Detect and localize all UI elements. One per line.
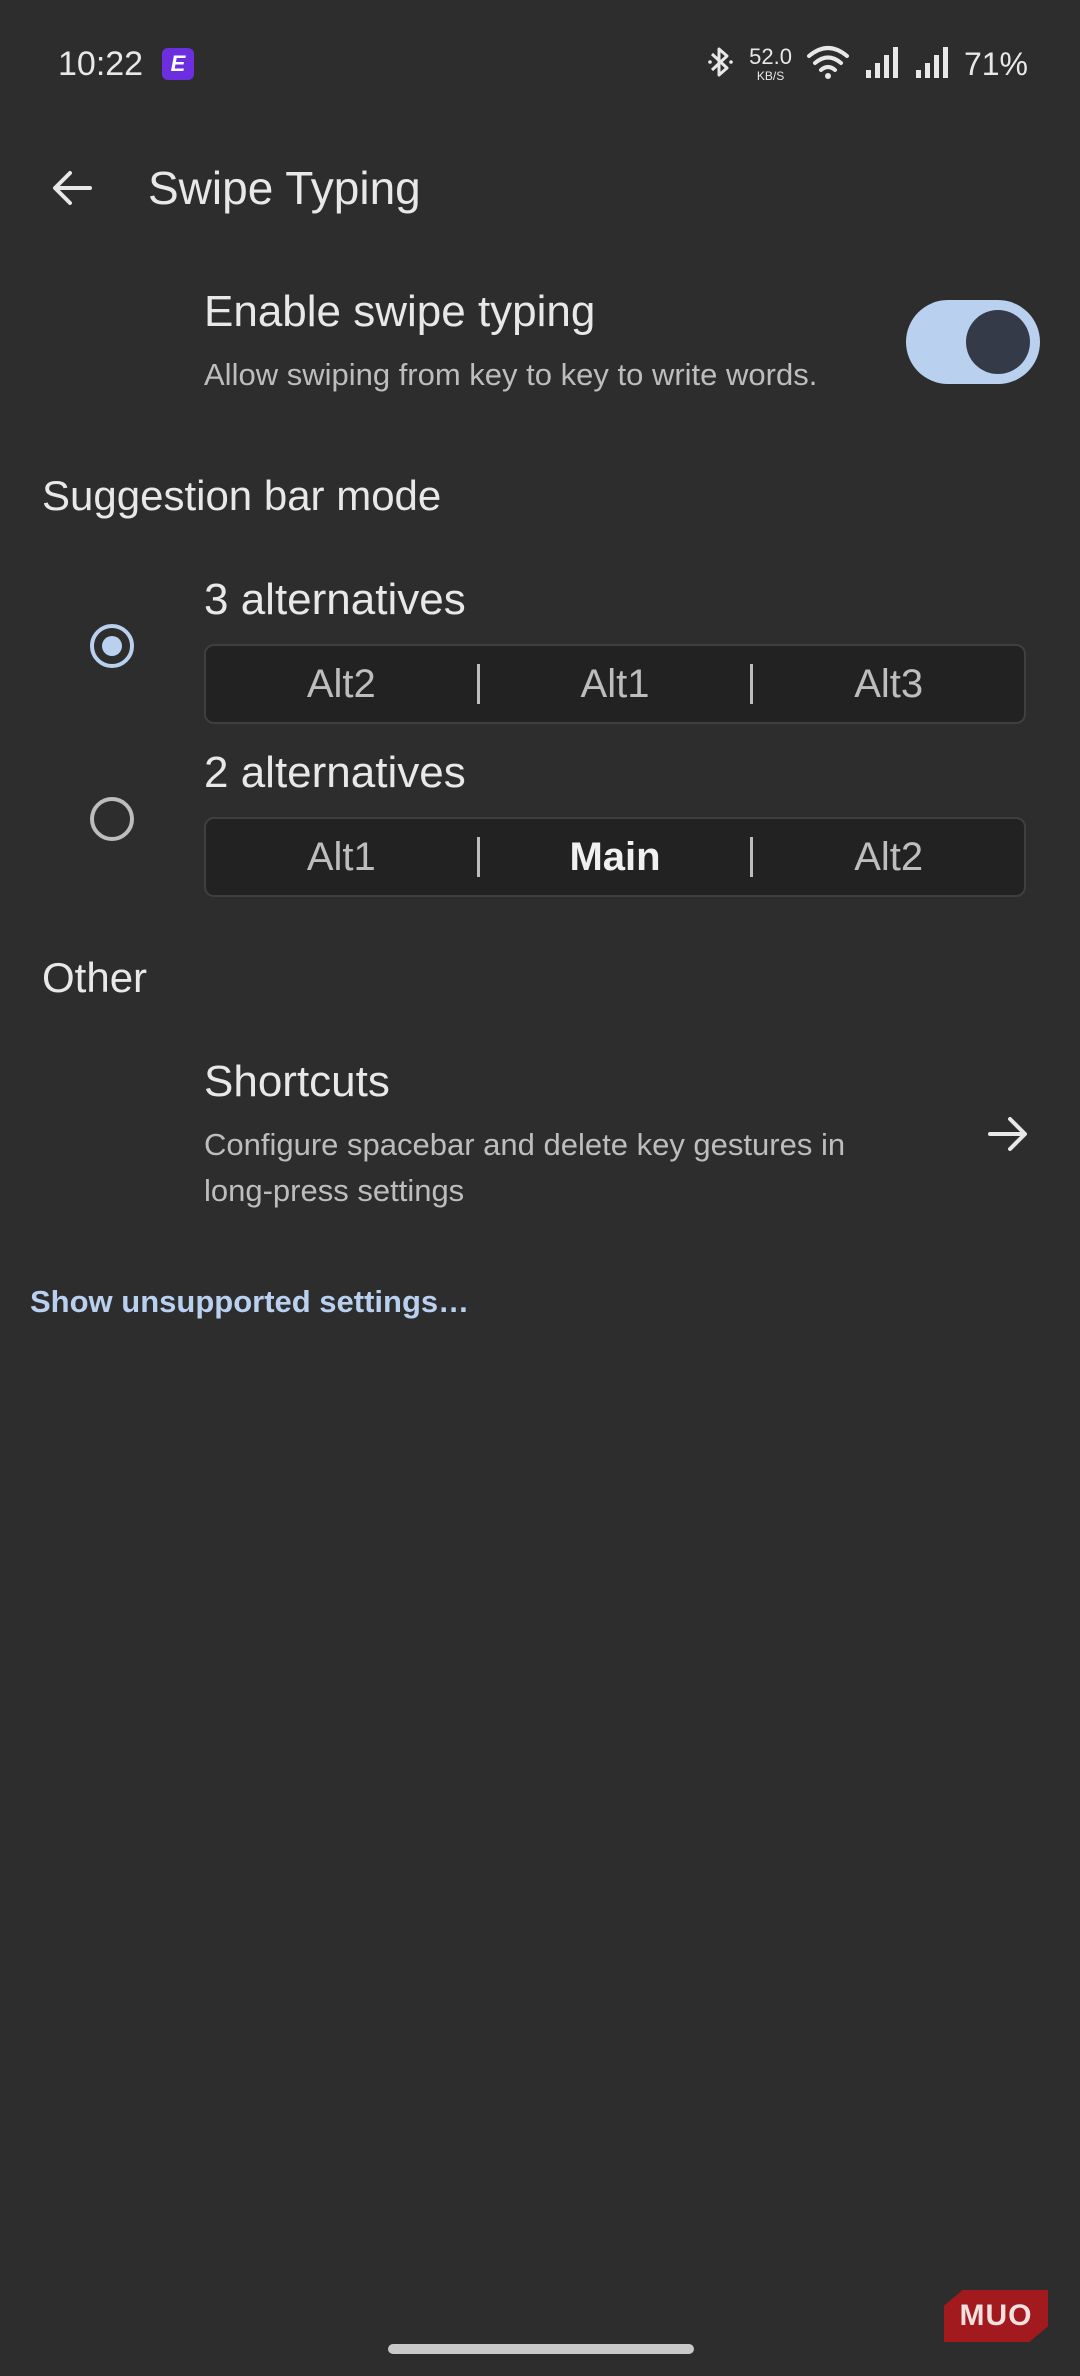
enable-swipe-toggle[interactable] — [906, 300, 1040, 384]
shortcuts-summary-line-1: Configure spacebar and delete key gestur… — [204, 1127, 846, 1162]
suggestion-bar-section-header: Suggestion bar mode — [42, 472, 442, 519]
suggestion-preview-cell: Alt2 — [854, 835, 924, 879]
status-icons: 52.0 KB/S 71% — [705, 40, 1028, 88]
bluetooth-icon — [705, 44, 735, 85]
suggestion-option-3-alternatives[interactable]: 3 alternatives Alt2 Alt1 Alt3 — [0, 570, 1080, 730]
back-button[interactable] — [40, 158, 104, 222]
arrow-left-icon — [48, 164, 96, 217]
show-unsupported-settings-link[interactable]: Show unsupported settings… — [30, 1282, 469, 1322]
radio-button-unselected[interactable] — [90, 797, 134, 841]
suggestion-preview-cell: Alt3 — [854, 662, 924, 706]
arrow-right-icon — [984, 1110, 1032, 1163]
option-title: 2 alternatives — [204, 748, 466, 797]
shortcuts-row[interactable]: Shortcuts Configure spacebar and delete … — [0, 1040, 1080, 1220]
other-section-header: Other — [42, 954, 148, 1001]
battery-level: 71% — [963, 45, 1028, 82]
app-notification-icon: E — [162, 48, 194, 80]
shortcuts-summary-line-2: long-press settings — [204, 1173, 465, 1208]
suggestion-preview-cell: Alt1 — [580, 662, 650, 706]
suggestion-preview-cell: Alt2 — [306, 662, 376, 706]
network-speed: 52.0 KB/S — [749, 44, 792, 83]
enable-swipe-title: Enable swipe typing — [204, 287, 596, 336]
shortcuts-open-button[interactable] — [978, 1106, 1038, 1166]
signal-icon — [864, 44, 900, 85]
suggestion-preview-cell: Alt1 — [306, 835, 376, 879]
network-speed-unit: KB/S — [756, 69, 785, 83]
toggle-knob — [966, 310, 1030, 374]
suggestion-preview-cell-main: Main — [569, 835, 661, 879]
watermark-logo: MUO — [944, 2290, 1048, 2342]
option-title: 3 alternatives — [204, 575, 466, 624]
shortcuts-title: Shortcuts — [204, 1057, 390, 1106]
status-time: 10:22 — [58, 45, 144, 83]
suggestion-preview-bar: Alt1 Main Alt2 — [204, 817, 1026, 897]
wifi-icon — [806, 44, 850, 85]
signal-icon — [914, 44, 950, 85]
enable-swipe-summary: Allow swiping from key to key to write w… — [204, 357, 818, 392]
page-title: Swipe Typing — [148, 162, 421, 214]
gesture-navigation-handle[interactable] — [388, 2344, 694, 2354]
suggestion-preview-bar: Alt2 Alt1 Alt3 — [204, 644, 1026, 724]
network-speed-value: 52.0 — [749, 44, 792, 69]
radio-button-selected[interactable] — [90, 624, 134, 668]
suggestion-option-2-alternatives[interactable]: 2 alternatives Alt1 Main Alt2 — [0, 743, 1080, 903]
